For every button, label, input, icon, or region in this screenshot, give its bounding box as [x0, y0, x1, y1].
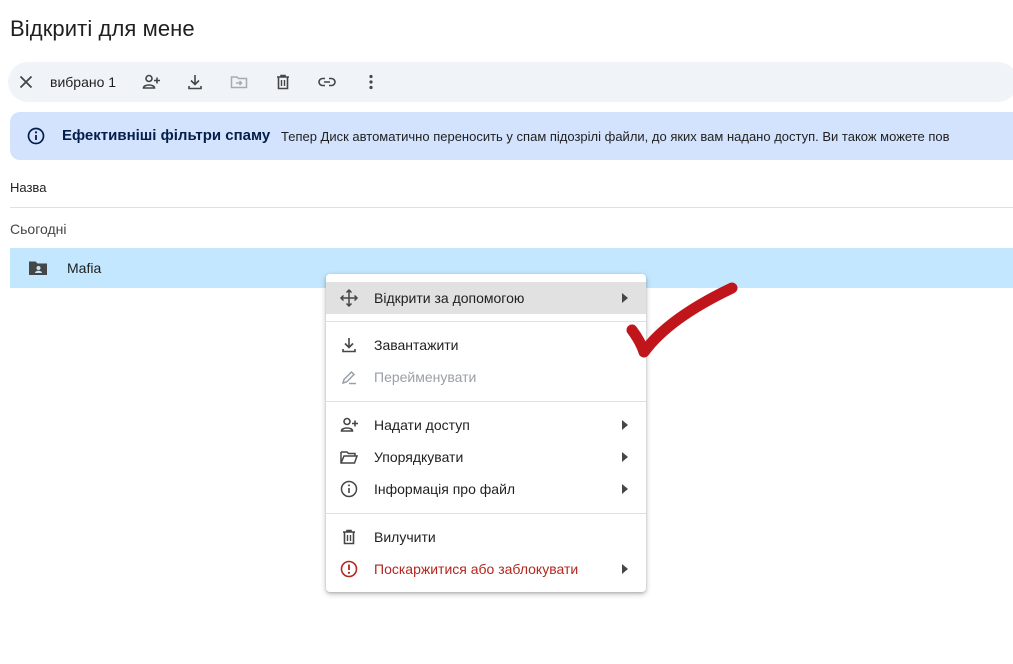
menu-divider — [326, 513, 646, 514]
link-icon — [318, 77, 336, 87]
spam-filter-banner: Ефективніші фільтри спаму Тепер Диск авт… — [10, 112, 1013, 160]
info-icon — [27, 127, 45, 145]
checkmark-annotation-icon — [626, 282, 738, 358]
download-button[interactable] — [183, 70, 207, 94]
clear-selection-button[interactable] — [14, 70, 38, 94]
menu-divider — [326, 321, 646, 322]
menu-item-label: Поскаржитися або заблокувати — [374, 561, 579, 577]
submenu-arrow-icon — [622, 564, 628, 574]
menu-item-download[interactable]: Завантажити — [326, 329, 646, 361]
page-title: Відкриті для мене — [10, 16, 195, 41]
menu-item-label: Упорядкувати — [374, 449, 464, 465]
menu-item-remove[interactable]: Вилучити — [326, 521, 646, 553]
trash-icon — [343, 529, 355, 545]
menu-item-label: Перейменувати — [374, 369, 477, 385]
menu-item-label: Завантажити — [374, 337, 459, 353]
delete-button[interactable] — [271, 70, 295, 94]
person-add-icon — [340, 417, 358, 432]
folder-move-icon — [230, 76, 248, 89]
person-add-icon — [142, 74, 160, 89]
more-vertical-icon — [369, 74, 373, 90]
group-label-today: Сьогодні — [10, 221, 67, 237]
menu-item-open-with[interactable]: Відкрити за допомогою — [326, 282, 646, 314]
edit-pencil-icon — [341, 370, 356, 385]
trash-icon — [277, 74, 289, 90]
menu-item-report[interactable]: Поскаржитися або заблокувати — [326, 553, 646, 585]
context-menu: Відкрити за допомогою Завантажити Перейм… — [326, 274, 646, 592]
menu-divider — [326, 401, 646, 402]
submenu-arrow-icon — [622, 484, 628, 494]
file-name: Mafia — [67, 260, 102, 276]
close-icon — [19, 75, 33, 89]
copy-link-button[interactable] — [315, 70, 339, 94]
selection-toolbar: вибрано 1 — [8, 62, 1013, 102]
info-icon — [340, 480, 358, 498]
menu-item-file-info[interactable]: Інформація про файл — [326, 473, 646, 505]
download-icon — [188, 75, 202, 90]
header-divider — [10, 207, 1013, 208]
column-header-name[interactable]: Назва — [10, 180, 46, 195]
share-button[interactable] — [139, 70, 163, 94]
banner-title: Ефективніші фільтри спаму — [62, 127, 271, 144]
move-button[interactable] — [227, 70, 251, 94]
menu-item-share[interactable]: Надати доступ — [326, 409, 646, 441]
download-icon — [342, 338, 356, 353]
submenu-arrow-icon — [622, 452, 628, 462]
menu-item-label: Відкрити за допомогою — [374, 290, 525, 306]
menu-item-organize[interactable]: Упорядкувати — [326, 441, 646, 473]
menu-item-rename[interactable]: Перейменувати — [326, 361, 646, 393]
submenu-arrow-icon — [622, 420, 628, 430]
menu-item-label: Інформація про файл — [374, 481, 516, 497]
banner-text: Тепер Диск автоматично переносить у спам… — [281, 129, 950, 144]
report-icon — [340, 560, 358, 578]
menu-item-label: Надати доступ — [374, 417, 470, 433]
move-arrows-icon — [339, 288, 359, 308]
shared-folder-icon — [29, 261, 47, 275]
more-actions-button[interactable] — [359, 70, 383, 94]
folder-open-icon — [340, 451, 359, 464]
selection-count: вибрано 1 — [50, 74, 117, 90]
menu-item-label: Вилучити — [374, 529, 436, 545]
